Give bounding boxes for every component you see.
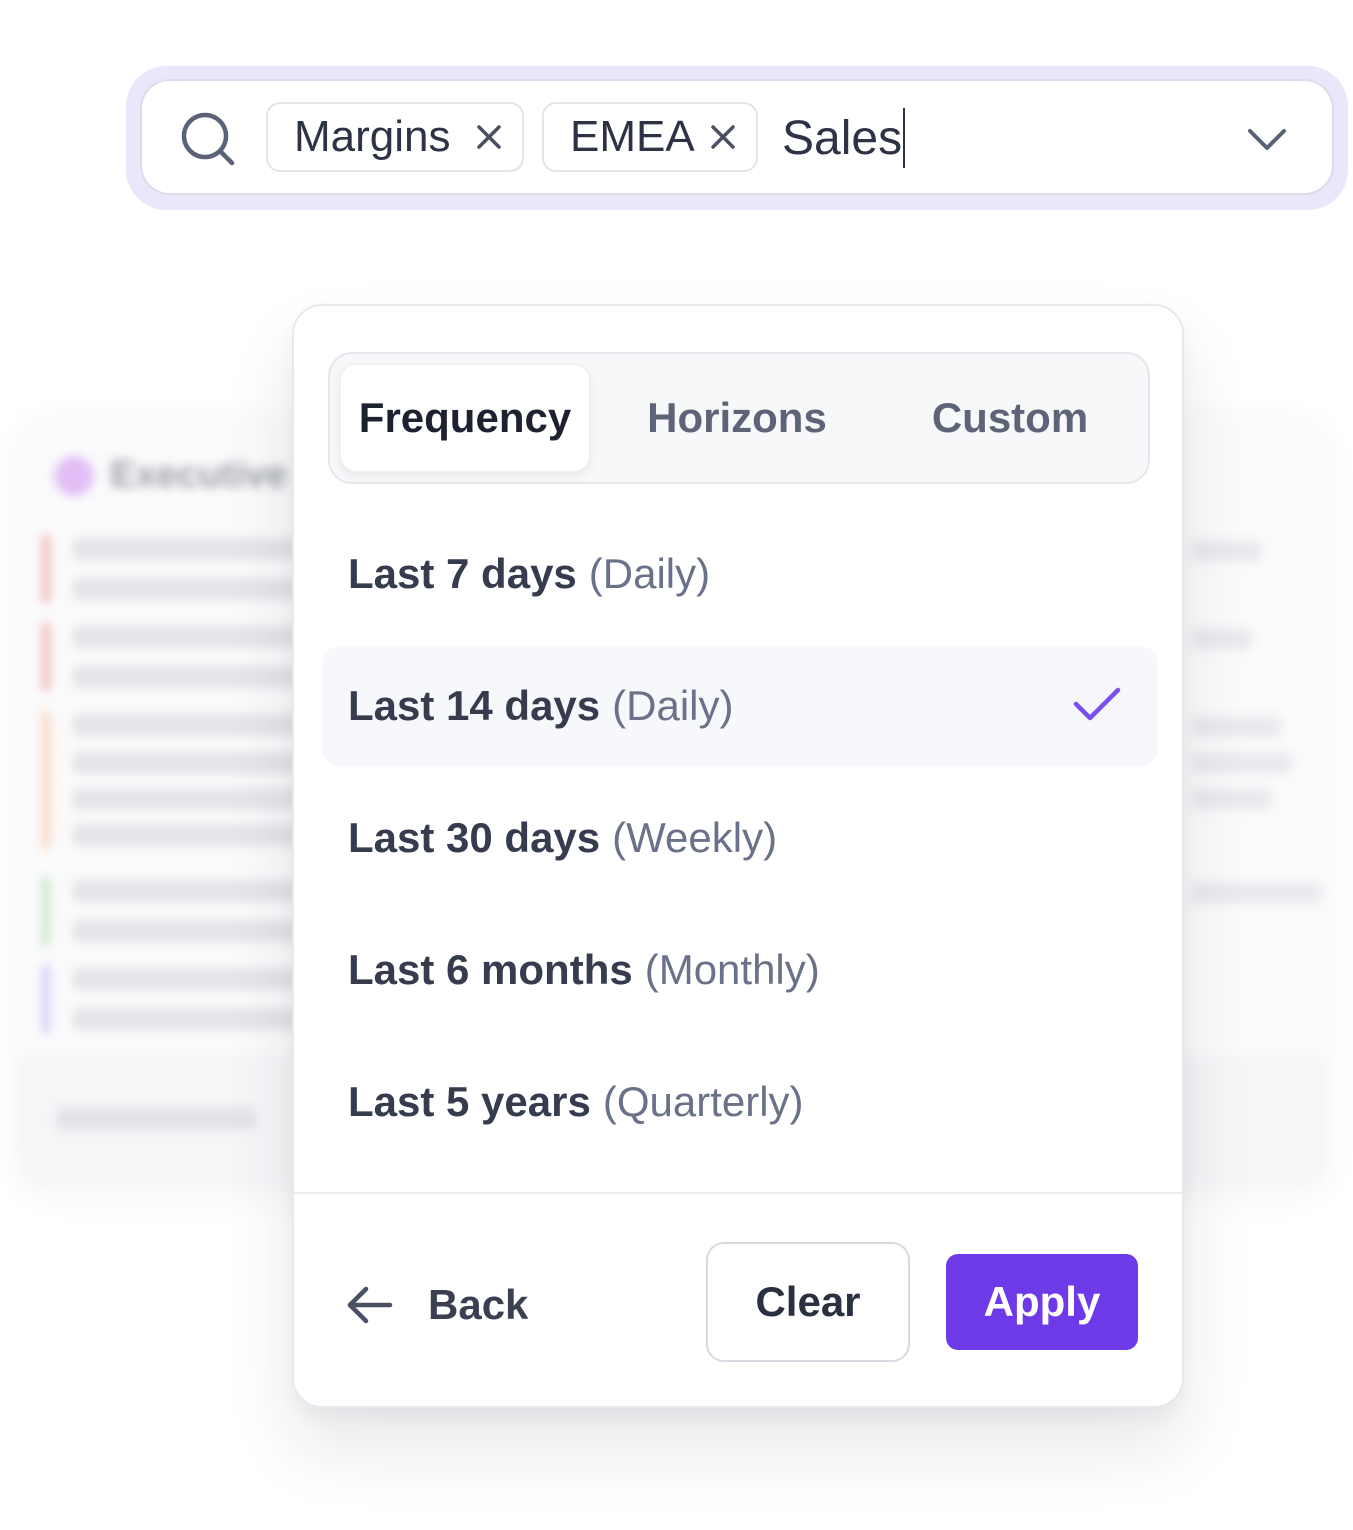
option-label: Last 14 days bbox=[348, 682, 601, 729]
option-granularity: (Quarterly) bbox=[602, 1078, 804, 1125]
report-logo-icon bbox=[54, 456, 94, 496]
option-label: Last 5 years bbox=[348, 1078, 591, 1125]
tab-custom[interactable]: Custom bbox=[892, 364, 1128, 472]
search-query: Sales bbox=[782, 111, 903, 165]
option-label: Last 30 days bbox=[348, 814, 601, 861]
option-granularity: (Daily) bbox=[588, 550, 711, 597]
search-bar[interactable]: Margins EMEA Sales bbox=[140, 79, 1334, 195]
filter-chip-margins: Margins bbox=[266, 102, 524, 172]
tab-horizons[interactable]: Horizons bbox=[622, 364, 852, 472]
clear-button[interactable]: Clear bbox=[706, 1242, 910, 1362]
chip-label: Margins bbox=[294, 112, 451, 161]
option-granularity: (Monthly) bbox=[644, 946, 820, 993]
footer-divider bbox=[294, 1192, 1182, 1194]
back-button[interactable]: Back bbox=[346, 1272, 528, 1338]
date-range-popover: Frequency Horizons Custom Last 7 days (D… bbox=[292, 304, 1184, 1408]
option-last-6-months[interactable]: Last 6 months (Monthly) bbox=[322, 910, 1158, 1030]
report-title: Executive I bbox=[110, 454, 309, 496]
apply-button[interactable]: Apply bbox=[946, 1254, 1138, 1350]
tab-group: Frequency Horizons Custom bbox=[328, 352, 1150, 484]
option-granularity: (Daily) bbox=[612, 682, 734, 729]
chevron-down-icon[interactable] bbox=[1246, 121, 1288, 157]
text-caret bbox=[903, 108, 906, 168]
check-icon bbox=[1073, 687, 1121, 721]
option-granularity: (Weekly) bbox=[612, 814, 778, 861]
close-icon[interactable] bbox=[708, 122, 738, 152]
option-label: Last 7 days bbox=[348, 550, 577, 597]
back-label: Back bbox=[428, 1281, 529, 1328]
option-last-5-years[interactable]: Last 5 years (Quarterly) bbox=[322, 1042, 1158, 1162]
filter-chip-emea: EMEA bbox=[542, 102, 758, 172]
arrow-left-icon bbox=[347, 1286, 393, 1324]
search-input[interactable]: Sales bbox=[782, 105, 906, 171]
search-icon bbox=[181, 112, 235, 166]
option-last-30-days[interactable]: Last 30 days (Weekly) bbox=[322, 778, 1158, 898]
option-label: Last 6 months bbox=[348, 946, 633, 993]
option-last-14-days[interactable]: Last 14 days (Daily) bbox=[322, 646, 1158, 766]
option-last-7-days[interactable]: Last 7 days (Daily) bbox=[322, 514, 1158, 634]
chip-label: EMEA bbox=[570, 112, 695, 161]
search-focus-ring: Margins EMEA Sales bbox=[126, 66, 1348, 210]
close-icon[interactable] bbox=[474, 122, 504, 152]
tab-frequency[interactable]: Frequency bbox=[340, 364, 590, 472]
